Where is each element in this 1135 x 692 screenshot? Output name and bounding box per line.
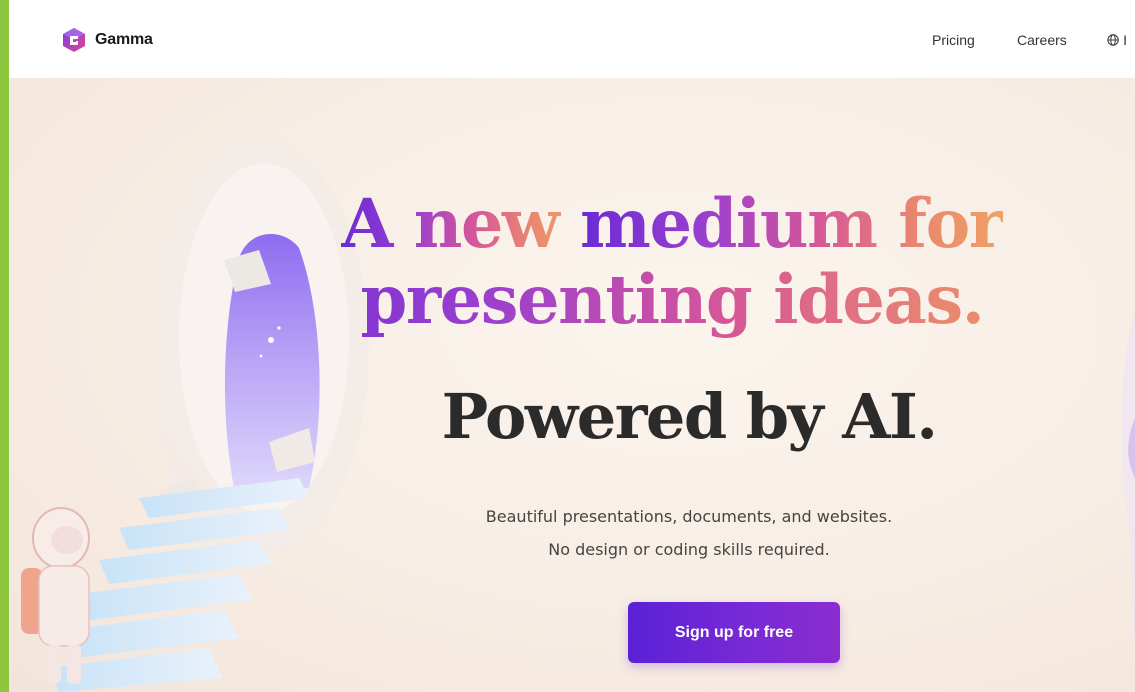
sign-up-button[interactable]: Sign up for free — [628, 602, 840, 663]
language-selector[interactable]: I — [1107, 31, 1127, 49]
hero-headline: A new medium for presenting ideas. — [209, 186, 1135, 338]
gamma-homepage: Gamma Pricing Careers I A new medium for… — [9, 0, 1135, 692]
nav-link-pricing[interactable]: Pricing — [932, 32, 975, 48]
brand-name: Gamma — [95, 31, 153, 48]
language-label: I — [1123, 32, 1127, 48]
brand-logo[interactable]: Gamma — [61, 27, 153, 53]
nav-link-careers[interactable]: Careers — [1017, 32, 1067, 48]
gamma-logo-icon — [63, 28, 85, 52]
slide-frame-bar — [0, 0, 9, 692]
hero-section: A new medium for presenting ideas. Power… — [9, 78, 1135, 692]
headline-text-a-new: A new — [341, 184, 581, 263]
navbar: Gamma Pricing Careers I — [9, 0, 1135, 78]
headline-text-medium-for: medium for — [580, 184, 1004, 263]
astronaut-portal-illustration — [21, 138, 369, 692]
globe-icon — [1107, 34, 1119, 46]
headline-line-2: presenting ideas. — [209, 262, 1135, 338]
hero-description-line-1: Beautiful presentations, documents, and … — [485, 507, 893, 526]
hero-subheadline: Powered by AI. — [441, 380, 938, 453]
hero-description-line-2: No design or coding skills required. — [548, 540, 830, 559]
headline-line-1: A new medium for — [209, 186, 1135, 262]
right-edge-illustration — [1121, 308, 1135, 648]
